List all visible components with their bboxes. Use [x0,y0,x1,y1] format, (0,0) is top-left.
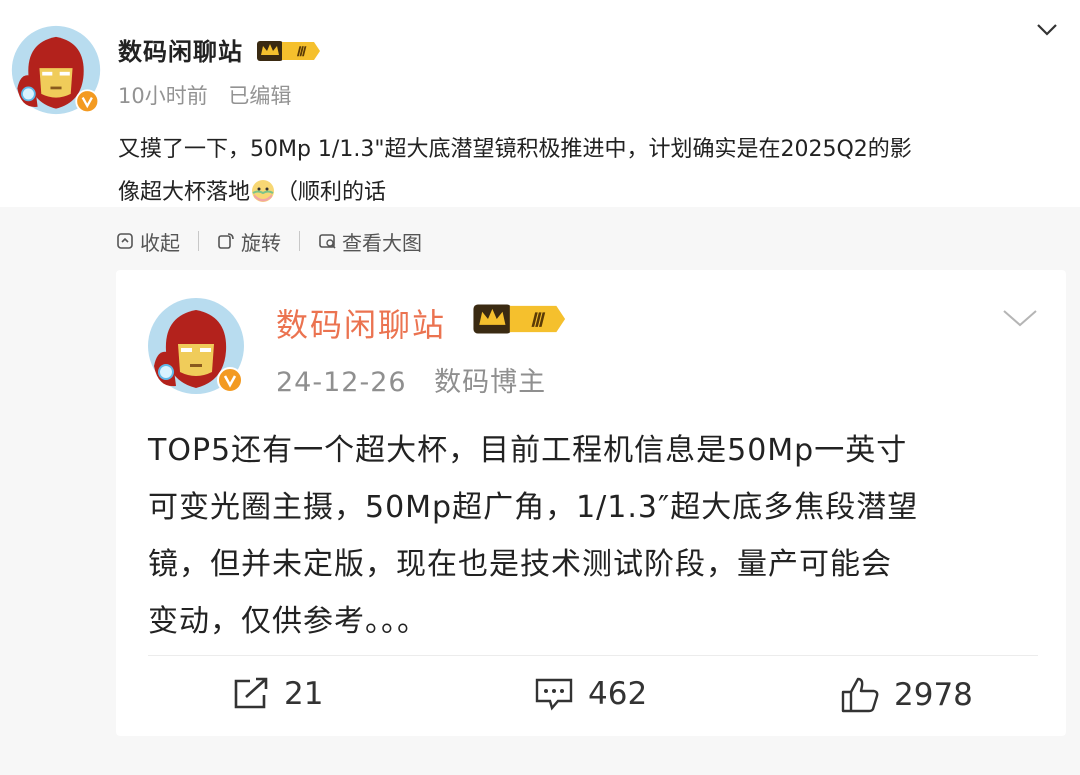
view-large-label: 查看大图 [342,230,422,255]
post-text-line: （顺利的话 [276,180,387,205]
rotate-button[interactable]: 旋转 [217,227,281,256]
post-meta: 10小时前 已编辑 [118,80,305,110]
collapse-button[interactable]: 收起 [116,227,180,256]
repost-count: 21 [284,676,324,712]
thumbs-up-icon [841,677,879,713]
quoted-date[interactable]: 24-12-26 [276,367,407,398]
repost-icon [234,677,268,709]
chevron-down-icon[interactable] [1036,22,1058,41]
chevron-down-icon[interactable] [1002,308,1038,332]
collapse-label: 收起 [140,230,180,255]
comment-count: 462 [588,676,648,712]
quoted-author-name[interactable]: 数码闲聊站 [276,300,446,346]
edited-label: 已编辑 [228,84,292,108]
quoted-text-line: 镜，但并未定版，现在也是技术测试阶段，量产可能会 [148,547,892,582]
toolbar-divider [198,231,199,251]
quoted-role: 数码博主 [434,367,547,398]
post-time[interactable]: 10小时前 [118,84,208,108]
like-button[interactable]: 2978 [840,676,973,714]
rotate-icon [218,233,234,249]
rotate-label: 旋转 [241,230,281,255]
quoted-text-line: 可变光圈主摄，50Mp超广角，1/1.3″超大底多焦段潜望 [148,490,919,525]
quoted-post-text: TOP5还有一个超大杯，目前工程机信息是50Mp一英寸 可变光圈主摄，50Mp超… [148,422,1048,650]
image-icon [319,234,336,249]
post-text-line: 又摸了一下，50Mp 1/1.3"超大底潜望镜积极推进中，计划确实是在2025Q… [118,137,912,162]
level-badge: Ⅲ [256,38,322,68]
repost-button[interactable]: 21 [232,676,323,712]
quoted-level-badge: Ⅲ [472,300,568,342]
card-divider [148,655,1038,656]
view-large-button[interactable]: 查看大图 [318,227,422,256]
quoted-meta: 24-12-26 数码博主 [276,360,564,399]
like-count: 2978 [894,677,973,713]
collapse-icon [117,233,133,249]
quoted-text-line: 变动，仅供参考。。。 [148,604,428,639]
post-text: 又摸了一下，50Mp 1/1.3"超大底潜望镜积极推进中，计划确实是在2025Q… [118,128,1068,214]
author-name[interactable]: 数码闲聊站 [118,32,243,67]
post-text-line: 像超大杯落地 [118,180,251,205]
toolbar-divider [299,231,300,251]
image-toolbar: 收起 旋转 查看大图 [116,224,422,258]
comment-button[interactable]: 462 [534,676,647,712]
action-bar: 21 462 2978 [116,676,1066,728]
emoji-icon [250,176,276,202]
author-avatar[interactable] [10,24,102,116]
comment-icon [535,678,573,711]
quoted-author-avatar[interactable] [146,296,246,396]
quoted-text-line: TOP5还有一个超大杯，目前工程机信息是50Mp一英寸 [148,433,908,468]
